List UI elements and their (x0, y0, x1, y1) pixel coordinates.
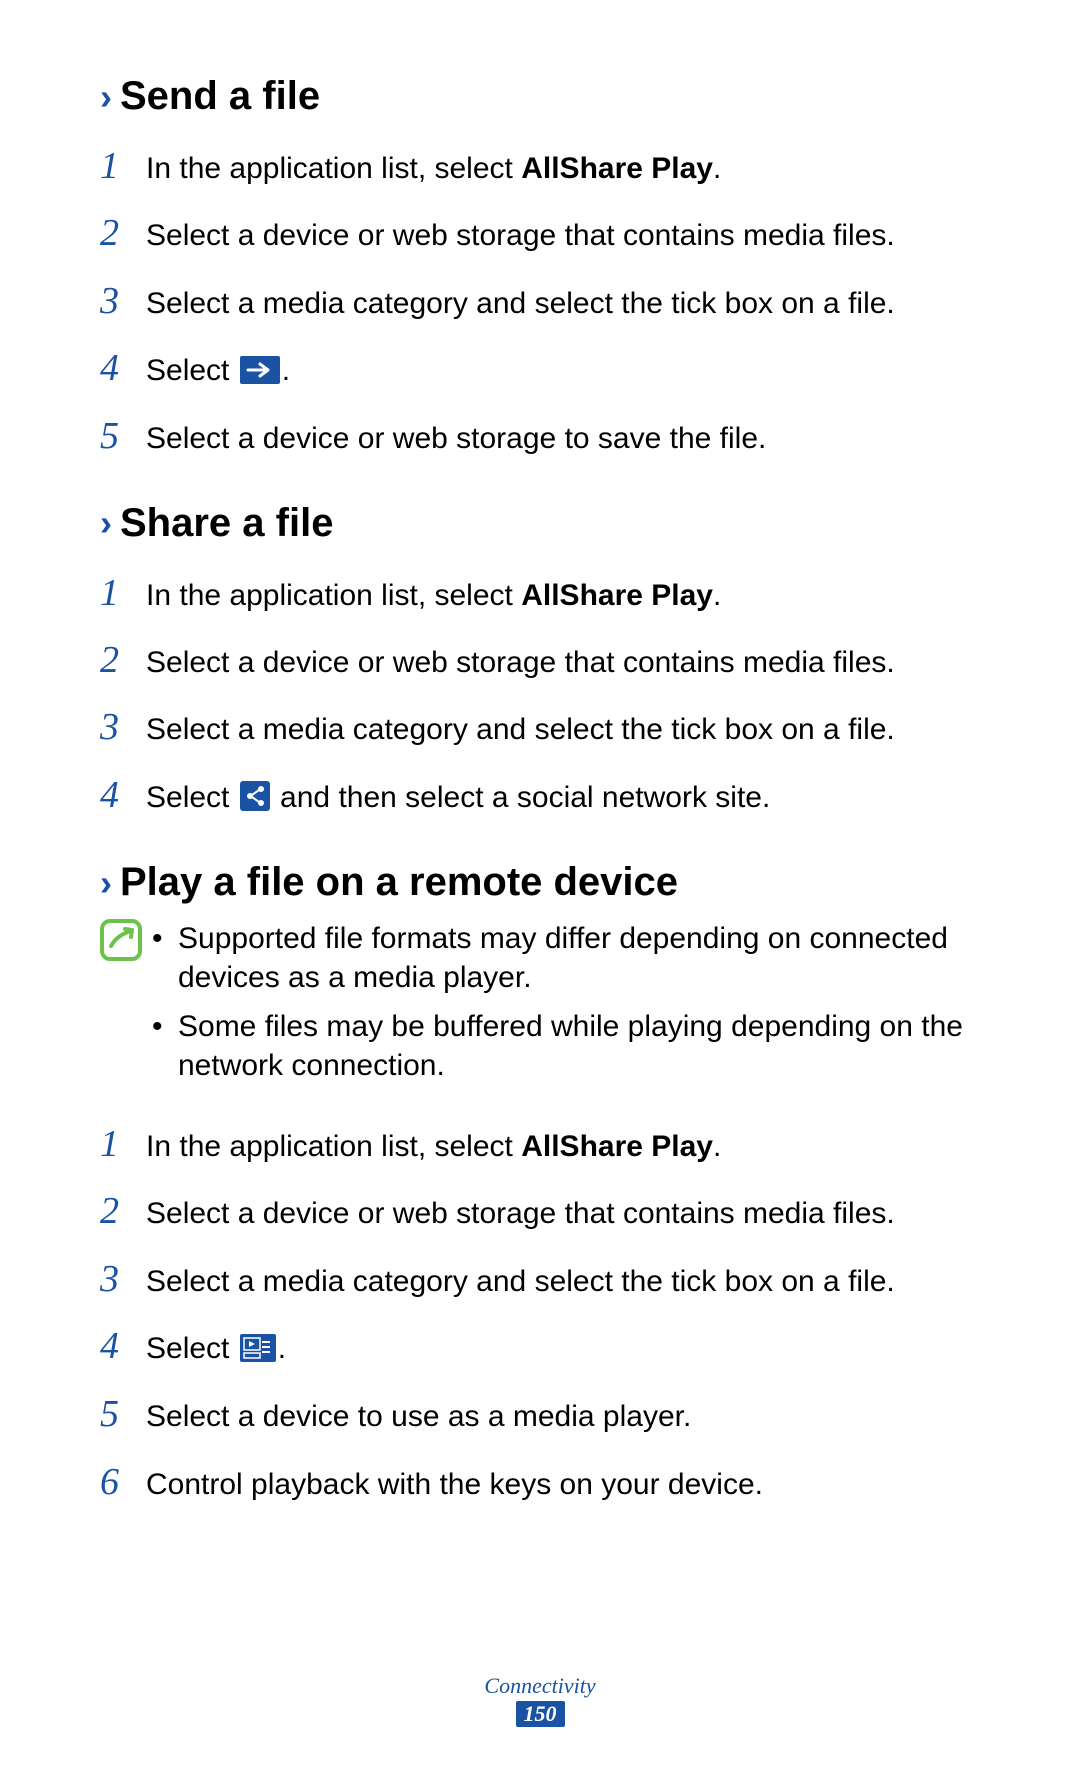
step-text: Select . (146, 1329, 980, 1374)
chevron-icon: › (100, 865, 112, 901)
step-text: Select and then select a social network … (146, 778, 980, 823)
step-text: Select a device or web storage that cont… (146, 643, 980, 684)
step-text: Select a device or web storage to save t… (146, 419, 980, 460)
step: 2 Select a device or web storage that co… (100, 200, 980, 267)
step: 2 Select a device or web storage that co… (100, 1178, 980, 1245)
step: 5 Select a device or web storage to save… (100, 403, 980, 470)
page-number: 150 (516, 1701, 565, 1727)
page: › Send a file 1 In the application list,… (0, 0, 1080, 1771)
step-text: Select a device to use as a media player… (146, 1397, 980, 1438)
step: 1 In the application list, select AllSha… (100, 1111, 980, 1178)
step-number: 2 (100, 635, 146, 686)
note-region: Supported file formats may differ depend… (100, 919, 980, 1095)
step-text: In the application list, select AllShare… (146, 576, 980, 617)
section-title-send: › Send a file (100, 74, 980, 119)
note-list: Supported file formats may differ depend… (152, 919, 980, 1095)
step-number: 4 (100, 1321, 146, 1372)
step-text: Control playback with the keys on your d… (146, 1465, 980, 1506)
step: 2 Select a device or web storage that co… (100, 627, 980, 694)
step-text: In the application list, select AllShare… (146, 149, 980, 190)
steps-send: 1 In the application list, select AllSha… (100, 133, 980, 471)
step-number: 5 (100, 411, 146, 462)
steps-play-remote: 1 In the application list, select AllSha… (100, 1111, 980, 1516)
step-number: 4 (100, 343, 146, 394)
send-arrow-icon (240, 355, 280, 396)
step: 3 Select a media category and select the… (100, 268, 980, 335)
step-text: In the application list, select AllShare… (146, 1127, 980, 1168)
step-number: 6 (100, 1457, 146, 1508)
footer: Connectivity 150 (0, 1673, 1080, 1727)
section-title-text: Share a file (120, 501, 333, 546)
step-text: Select . (146, 351, 980, 396)
chevron-icon: › (100, 505, 112, 541)
section-title-text: Send a file (120, 74, 320, 119)
step-text: Select a device or web storage that cont… (146, 1194, 980, 1235)
step: 4 Select and then select a social networ… (100, 762, 980, 831)
step-text: Select a device or web storage that cont… (146, 216, 980, 257)
section-title-share: › Share a file (100, 501, 980, 546)
footer-category: Connectivity (0, 1673, 1080, 1699)
step: 4 Select . (100, 1313, 980, 1382)
step-text: Select a media category and select the t… (146, 710, 980, 751)
step-number: 1 (100, 141, 146, 192)
step-number: 3 (100, 1254, 146, 1305)
note-item: Supported file formats may differ depend… (152, 919, 980, 1007)
step-text: Select a media category and select the t… (146, 1262, 980, 1303)
step-number: 3 (100, 276, 146, 327)
step-number: 1 (100, 1119, 146, 1170)
note-icon-wrap (100, 919, 152, 966)
step-number: 5 (100, 1389, 146, 1440)
step: 4 Select . (100, 335, 980, 404)
step-text: Select a media category and select the t… (146, 284, 980, 325)
section-title-text: Play a file on a remote device (120, 860, 678, 905)
share-icon (240, 781, 270, 823)
step: 1 In the application list, select AllSha… (100, 560, 980, 627)
step-number: 3 (100, 702, 146, 753)
chevron-icon: › (100, 79, 112, 115)
step: 5 Select a device to use as a media play… (100, 1381, 980, 1448)
step: 3 Select a media category and select the… (100, 1246, 980, 1313)
steps-share: 1 In the application list, select AllSha… (100, 560, 980, 830)
step-number: 2 (100, 1186, 146, 1237)
step-number: 1 (100, 568, 146, 619)
note-icon (100, 919, 142, 961)
step-number: 2 (100, 208, 146, 259)
note-item: Some files may be buffered while playing… (152, 1007, 980, 1095)
step: 6 Control playback with the keys on your… (100, 1449, 980, 1516)
step: 3 Select a media category and select the… (100, 694, 980, 761)
section-title-play-remote: › Play a file on a remote device (100, 860, 980, 905)
step-number: 4 (100, 770, 146, 821)
step: 1 In the application list, select AllSha… (100, 133, 980, 200)
remote-play-icon (240, 1333, 276, 1374)
